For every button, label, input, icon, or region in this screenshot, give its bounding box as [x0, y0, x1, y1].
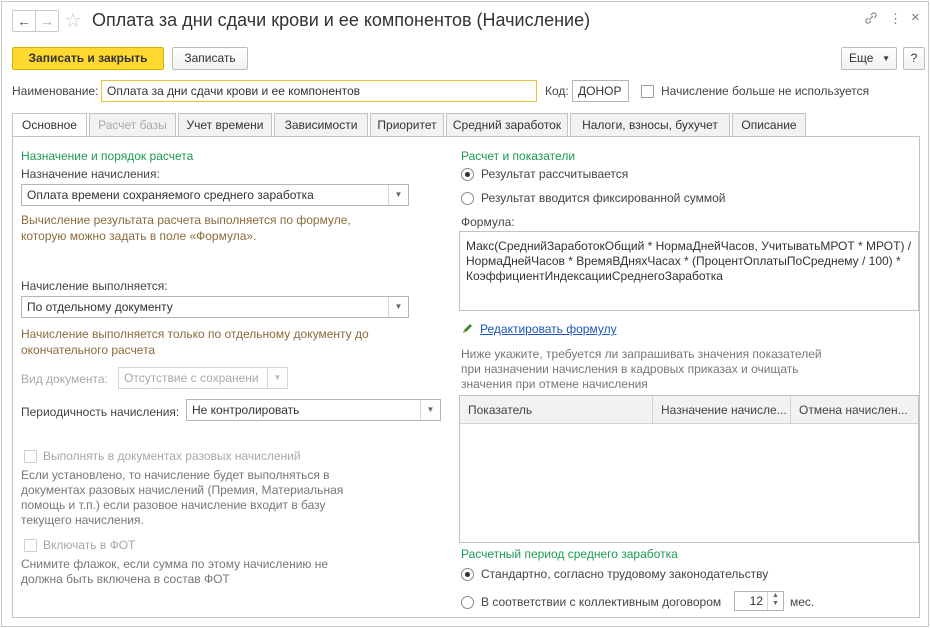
- help-button[interactable]: ?: [903, 47, 925, 70]
- close-icon[interactable]: ×: [911, 9, 920, 26]
- save-button[interactable]: Записать: [172, 47, 248, 70]
- formula-line: НормаДнейЧасов * ВремяВДняхЧасах * (Проц…: [466, 254, 901, 268]
- months-stepper[interactable]: 12 ▲ ▼: [734, 591, 784, 611]
- title-bar: ← → ☆ Оплата за дни сдачи крови и ее ком…: [2, 2, 928, 40]
- periodicity-value: Не контролировать: [192, 403, 300, 417]
- onetime-note: Если установлено, то начисление будет вы…: [21, 468, 343, 528]
- radio-result-fixed-label: Результат вводится фиксированной суммой: [481, 191, 726, 205]
- onetime-note-line: текущего начисления.: [21, 513, 144, 527]
- doc-kind-value: Отсутствие с сохранени: [124, 371, 259, 385]
- fot-note: Снимите флажок, если сумма по этому начи…: [21, 557, 328, 587]
- onetime-note-line: помощь и т.п.) если разовое начисление в…: [21, 498, 326, 512]
- indicators-note-line: значения при отмене начисления: [461, 377, 648, 391]
- purpose-note-line: Вычисление результата расчета выполняетс…: [21, 213, 351, 227]
- tab-main[interactable]: Основное: [12, 113, 87, 138]
- formula-line: Макс(СреднийЗаработокОбщий * НормаДнейЧа…: [466, 239, 912, 253]
- back-icon[interactable]: ←: [12, 10, 36, 32]
- tab-base-calc[interactable]: Расчет базы: [89, 113, 176, 137]
- name-label: Наименование:: [12, 84, 99, 98]
- command-bar: Записать и закрыть Записать Еще ▼ ?: [2, 47, 928, 73]
- code-label: Код:: [545, 84, 569, 98]
- performed-note: Начисление выполняется только по отдельн…: [21, 326, 369, 358]
- column-header-assignment[interactable]: Назначение начисле...: [653, 396, 791, 424]
- indicators-table[interactable]: Показатель Назначение начисле... Отмена …: [459, 395, 919, 543]
- formula-line: КоэффициентИндексацииСреднегоЗаработка: [466, 269, 723, 283]
- purpose-value: Оплата времени сохраняемого среднего зар…: [27, 188, 314, 202]
- onetime-note-line: документах разовых начислений (Премия, М…: [21, 483, 344, 497]
- performed-select[interactable]: По отдельному документу ▼: [21, 296, 409, 318]
- code-input[interactable]: ДОНОР: [572, 80, 629, 102]
- period-section-title: Расчетный период среднего заработка: [461, 547, 678, 561]
- tab-description[interactable]: Описание: [732, 113, 806, 137]
- purpose-note-line: которую можно задать в поле «Формула».: [21, 229, 257, 243]
- radio-period-standard[interactable]: [461, 568, 474, 581]
- months-value: 12: [749, 594, 763, 608]
- onetime-label: Выполнять в документах разовых начислени…: [43, 449, 301, 463]
- link-icon[interactable]: [864, 11, 878, 28]
- purpose-label: Назначение начисления:: [21, 167, 160, 181]
- favorite-star-icon[interactable]: ☆: [64, 8, 82, 33]
- performed-label: Начисление выполняется:: [21, 279, 168, 293]
- onetime-checkbox[interactable]: [24, 450, 37, 463]
- left-section-title: Назначение и порядок расчета: [21, 149, 194, 163]
- fot-note-line: Снимите флажок, если сумма по этому начи…: [21, 557, 329, 571]
- tab-average-earnings[interactable]: Средний заработок: [446, 113, 568, 137]
- periodicity-label: Периодичность начисления:: [21, 405, 180, 419]
- name-input[interactable]: Оплата за дни сдачи крови и ее компонент…: [101, 80, 537, 102]
- radio-result-fixed[interactable]: [461, 192, 474, 205]
- more-button[interactable]: Еще ▼: [841, 47, 897, 70]
- column-header-indicator[interactable]: Показатель: [460, 396, 653, 424]
- save-and-close-button[interactable]: Записать и закрыть: [12, 47, 164, 70]
- stepper-arrows-icon[interactable]: ▲ ▼: [767, 592, 783, 610]
- chevron-down-icon: ▼: [388, 185, 408, 205]
- radio-period-standard-label: Стандартно, согласно трудовому законодат…: [481, 567, 769, 581]
- doc-kind-label: Вид документа:: [21, 372, 108, 386]
- fot-checkbox[interactable]: [24, 539, 37, 552]
- months-unit: мес.: [790, 595, 815, 609]
- radio-period-collective-label: В соответствии с коллективным договором: [481, 595, 722, 609]
- periodicity-select[interactable]: Не контролировать ▼: [186, 399, 441, 421]
- form-window: ← → ☆ Оплата за дни сдачи крови и ее ком…: [1, 1, 929, 627]
- tab-time-tracking[interactable]: Учет времени: [178, 113, 272, 137]
- forward-icon[interactable]: →: [35, 10, 59, 32]
- unused-checkbox[interactable]: [641, 85, 654, 98]
- formula-textarea[interactable]: Макс(СреднийЗаработокОбщий * НормаДнейЧа…: [459, 231, 919, 311]
- unused-label: Начисление больше не используется: [661, 84, 870, 98]
- pencil-icon[interactable]: [461, 322, 474, 338]
- column-header-cancel[interactable]: Отмена начислен...: [791, 396, 918, 424]
- radio-result-calculated-label: Результат рассчитывается: [481, 167, 629, 181]
- onetime-note-line: Если установлено, то начисление будет вы…: [21, 468, 330, 482]
- more-label: Еще: [849, 51, 874, 65]
- formula-label: Формула:: [461, 215, 515, 229]
- right-section-title: Расчет и показатели: [461, 149, 576, 163]
- menu-icon[interactable]: ⋮: [889, 11, 902, 27]
- window-title: Оплата за дни сдачи крови и ее компонент…: [92, 10, 591, 30]
- radio-result-calculated[interactable]: [461, 168, 474, 181]
- edit-formula-link[interactable]: Редактировать формулу: [480, 322, 617, 336]
- chevron-down-icon: ▼: [420, 400, 440, 420]
- purpose-note: Вычисление результата расчета выполняетс…: [21, 212, 351, 244]
- chevron-down-icon: ▼: [388, 297, 408, 317]
- tab-dependencies[interactable]: Зависимости: [274, 113, 368, 137]
- doc-kind-select[interactable]: Отсутствие с сохранени ▼: [118, 367, 288, 389]
- performed-value: По отдельному документу: [27, 300, 173, 314]
- indicators-note-line: Ниже укажите, требуется ли запрашивать з…: [461, 347, 822, 361]
- chevron-down-icon: ▼: [267, 368, 287, 388]
- fot-label: Включать в ФОТ: [43, 538, 136, 552]
- fot-note-line: должна быть включена в состав ФОТ: [21, 572, 230, 586]
- performed-note-line: окончательного расчета: [21, 343, 156, 357]
- purpose-select[interactable]: Оплата времени сохраняемого среднего зар…: [21, 184, 409, 206]
- tab-panel-main: Назначение и порядок расчета Назначение …: [12, 136, 920, 618]
- chevron-down-icon: ▼: [882, 54, 890, 63]
- tab-taxes[interactable]: Налоги, взносы, бухучет: [570, 113, 730, 137]
- performed-note-line: Начисление выполняется только по отдельн…: [21, 327, 369, 341]
- table-header: Показатель Назначение начисле... Отмена …: [460, 396, 918, 424]
- tab-priority[interactable]: Приоритет: [370, 113, 444, 137]
- indicators-note-line: при назначении начисления в кадровых при…: [461, 362, 799, 376]
- indicators-note: Ниже укажите, требуется ли запрашивать з…: [461, 347, 822, 392]
- radio-period-collective[interactable]: [461, 596, 474, 609]
